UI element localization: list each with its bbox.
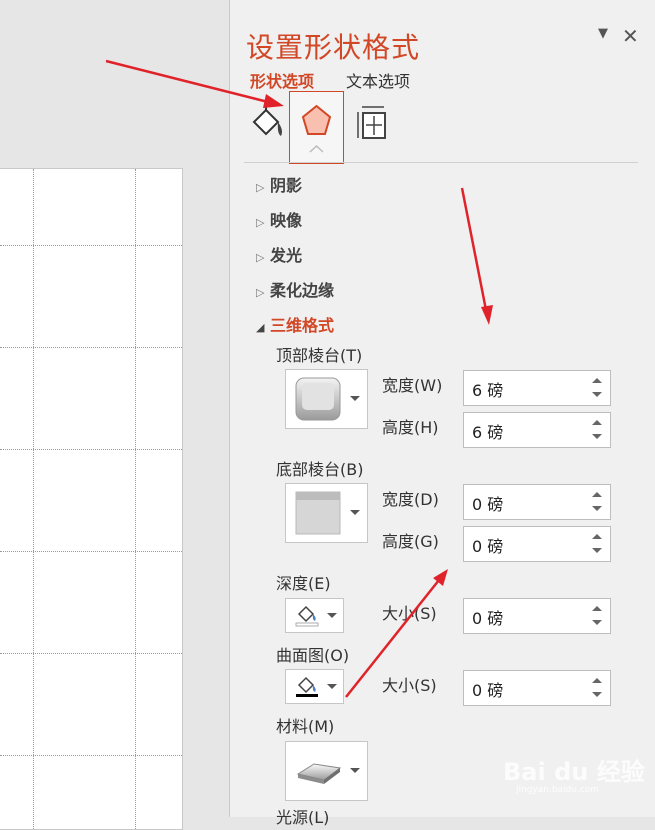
annotation-arrow bbox=[460, 187, 488, 311]
annotation-arrow-head bbox=[263, 94, 284, 108]
annotation-arrow bbox=[105, 59, 273, 105]
annotation-arrow-head bbox=[481, 305, 493, 325]
annotation-arrow bbox=[345, 579, 440, 698]
annotation-arrows bbox=[105, 59, 493, 698]
